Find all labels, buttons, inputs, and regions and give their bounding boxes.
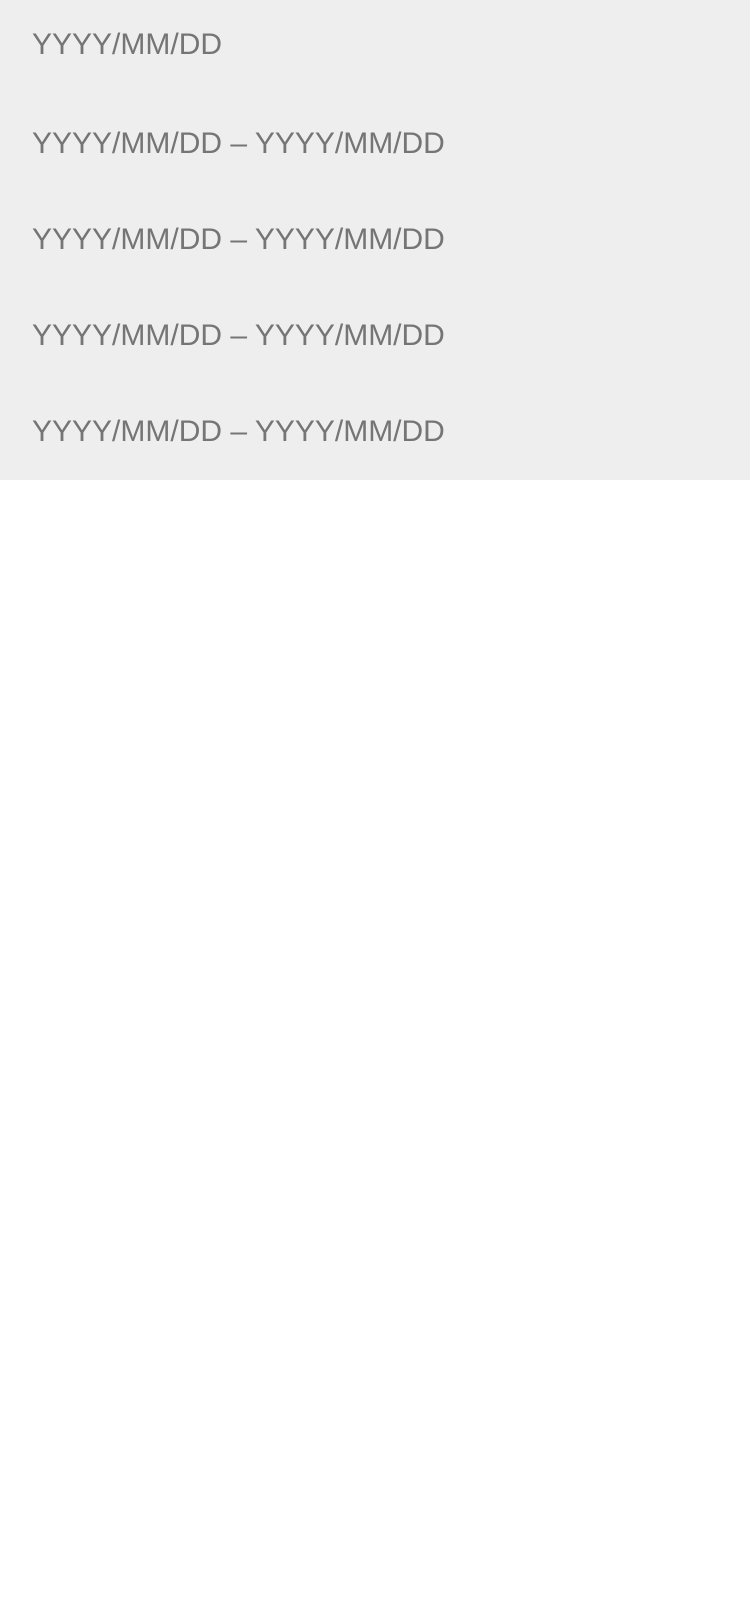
date-format-label: YYYY/MM/DD – YYYY/MM/DD <box>32 127 445 160</box>
date-format-label: YYYY/MM/DD – YYYY/MM/DD <box>32 223 445 256</box>
date-format-item-range[interactable]: YYYY/MM/DD – YYYY/MM/DD <box>0 96 750 192</box>
date-format-item-range[interactable]: YYYY/MM/DD – YYYY/MM/DD <box>0 192 750 288</box>
date-format-item-range[interactable]: YYYY/MM/DD – YYYY/MM/DD <box>0 288 750 384</box>
date-format-list: YYYY/MM/DD YYYY/MM/DD – YYYY/MM/DD YYYY/… <box>0 0 750 480</box>
date-format-item-range[interactable]: YYYY/MM/DD – YYYY/MM/DD <box>0 384 750 480</box>
date-format-label: YYYY/MM/DD – YYYY/MM/DD <box>32 319 445 352</box>
date-format-label: YYYY/MM/DD – YYYY/MM/DD <box>32 415 445 448</box>
date-format-label: YYYY/MM/DD <box>32 28 223 61</box>
empty-content-area <box>0 480 750 1600</box>
date-format-item-single[interactable]: YYYY/MM/DD <box>0 0 750 96</box>
